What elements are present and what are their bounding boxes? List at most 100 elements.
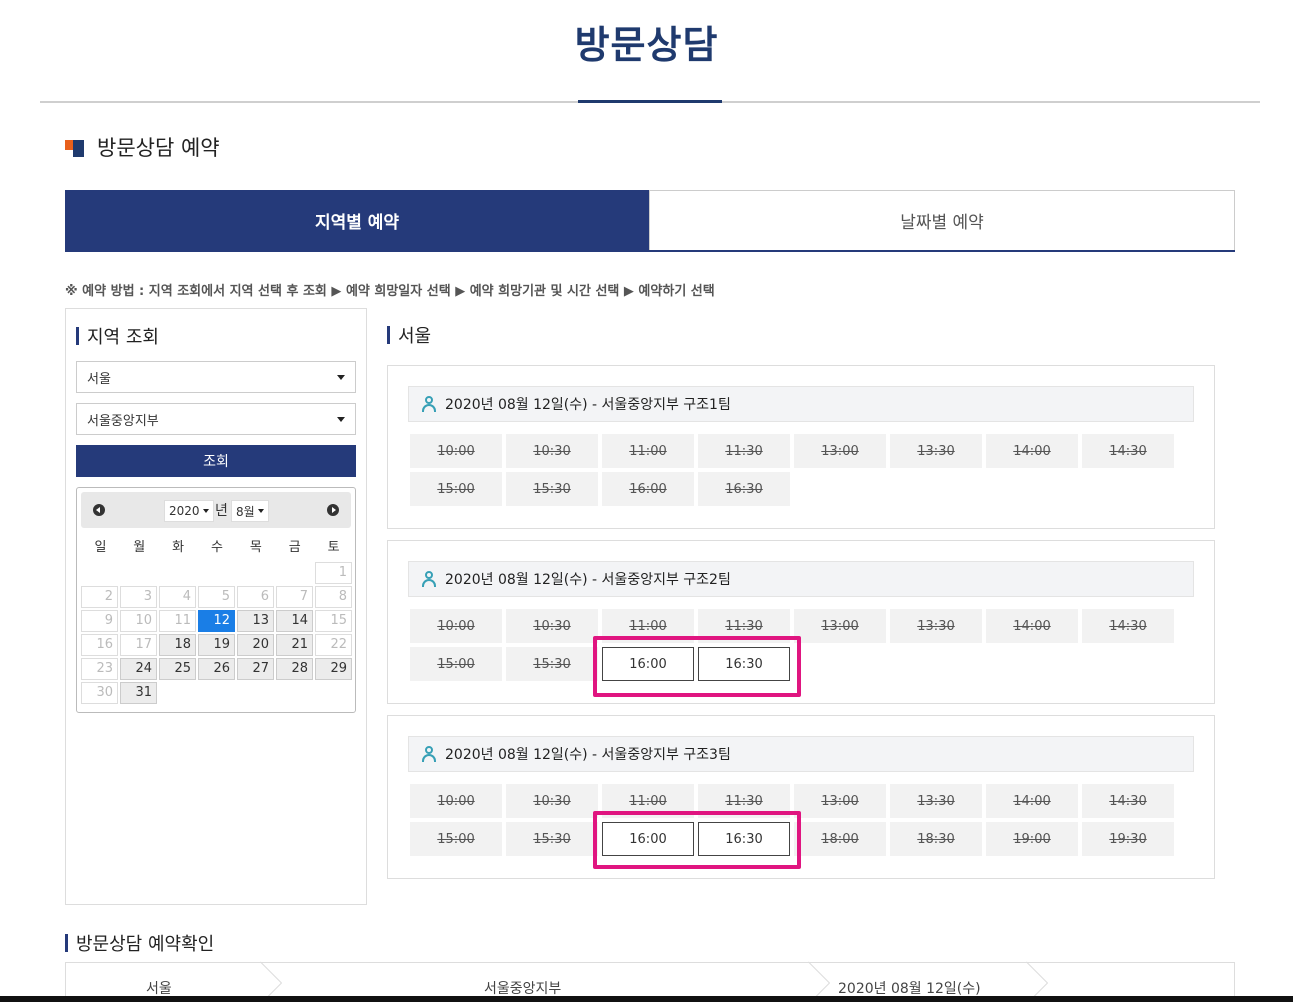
weekday-label: 화 bbox=[172, 540, 185, 555]
calendar-day: 6 bbox=[237, 586, 274, 608]
team-card-2: 2020년 08월 12일(수) - 서울중앙지부 구조2팀 10:00 10:3… bbox=[387, 540, 1215, 704]
confirm-heading: 방문상담 예약확인 bbox=[65, 930, 214, 956]
calendar-day[interactable]: 13 bbox=[237, 610, 274, 632]
calendar-day: 9 bbox=[81, 610, 118, 632]
calendar-day: 15 bbox=[315, 610, 352, 632]
title-divider-accent bbox=[578, 100, 722, 103]
calendar-day[interactable]: 24 bbox=[120, 658, 157, 680]
time-slot-booked: 10:30 bbox=[506, 784, 598, 818]
region-search-heading: 지역 조회 bbox=[76, 323, 159, 349]
time-slot-available[interactable]: 16:00 bbox=[602, 647, 694, 681]
team-header: 2020년 08월 12일(수) - 서울중앙지부 구조2팀 bbox=[408, 561, 1194, 597]
month-select[interactable]: 8월 bbox=[231, 500, 269, 522]
calendar-day[interactable]: 26 bbox=[198, 658, 235, 680]
time-slot-booked: 15:30 bbox=[506, 647, 598, 681]
next-month-icon[interactable] bbox=[327, 504, 339, 516]
heading-bar-icon bbox=[65, 934, 68, 952]
calendar-day: 30 bbox=[81, 682, 118, 704]
calendar-day[interactable]: 14 bbox=[276, 610, 313, 632]
calendar-day[interactable]: 18 bbox=[159, 634, 196, 656]
time-slot-booked: 14:00 bbox=[986, 434, 1078, 468]
tab-by-date[interactable]: 날짜별 예약 bbox=[649, 190, 1235, 250]
section-square-icon bbox=[65, 137, 85, 157]
calendar-day[interactable]: 21 bbox=[276, 634, 313, 656]
calendar-day[interactable]: 29 bbox=[315, 658, 352, 680]
time-slot-booked: 15:00 bbox=[410, 647, 502, 681]
team-card-1: 2020년 08월 12일(수) - 서울중앙지부 구조1팀 10:00 10:3… bbox=[387, 365, 1215, 529]
time-slot-booked: 13:00 bbox=[794, 609, 886, 643]
tab-by-region[interactable]: 지역별 예약 bbox=[65, 190, 649, 250]
time-slot-available[interactable]: 16:30 bbox=[698, 822, 790, 856]
region-search-panel: 지역 조회 서울 서울중앙지부 조회 2020 년 8월 일월화수목금토 123… bbox=[65, 308, 367, 905]
time-slot-booked: 15:30 bbox=[506, 472, 598, 506]
time-slot-booked: 14:30 bbox=[1082, 784, 1174, 818]
calendar-day[interactable]: 25 bbox=[159, 658, 196, 680]
search-button[interactable]: 조회 bbox=[76, 445, 356, 477]
calendar-day[interactable]: 27 bbox=[237, 658, 274, 680]
calendar-day: 4 bbox=[159, 586, 196, 608]
team-header-text: 2020년 08월 12일(수) - 서울중앙지부 구조2팀 bbox=[445, 572, 731, 588]
calendar-day: 7 bbox=[276, 586, 313, 608]
branch-select-value: 서울중앙지부 bbox=[87, 413, 159, 429]
time-slot-booked: 11:30 bbox=[698, 784, 790, 818]
calendar-day-selected[interactable]: 12 bbox=[198, 610, 235, 632]
dropdown-caret-icon bbox=[202, 509, 209, 513]
region-select[interactable]: 서울 bbox=[76, 361, 356, 393]
calendar-empty-cell bbox=[276, 562, 313, 584]
time-slot-booked: 14:00 bbox=[986, 784, 1078, 818]
year-unit-label: 년 bbox=[215, 503, 228, 519]
time-slot-booked: 15:00 bbox=[410, 822, 502, 856]
confirm-date: 2020년 08월 12일(수) bbox=[838, 981, 981, 997]
time-slot-booked: 11:30 bbox=[698, 434, 790, 468]
time-slot-booked: 11:00 bbox=[602, 784, 694, 818]
calendar-day[interactable]: 19 bbox=[198, 634, 235, 656]
time-slot-booked: 16:00 bbox=[602, 472, 694, 506]
prev-month-icon[interactable] bbox=[93, 504, 105, 516]
year-select-value: 2020 bbox=[169, 504, 200, 518]
dropdown-caret-icon bbox=[337, 416, 345, 422]
calendar-day: 16 bbox=[81, 634, 118, 656]
time-slot-available[interactable]: 16:00 bbox=[602, 822, 694, 856]
time-slot-booked: 10:00 bbox=[410, 609, 502, 643]
team-card-3: 2020년 08월 12일(수) - 서울중앙지부 구조3팀 10:00 10:3… bbox=[387, 715, 1215, 879]
time-slot-booked: 14:30 bbox=[1082, 609, 1174, 643]
calendar-empty-cell bbox=[237, 562, 274, 584]
time-slot-booked: 11:00 bbox=[602, 609, 694, 643]
calendar-empty-cell bbox=[81, 562, 118, 584]
year-select[interactable]: 2020 bbox=[164, 500, 214, 522]
time-slot-booked: 18:30 bbox=[890, 822, 982, 856]
time-slot-booked: 11:00 bbox=[602, 434, 694, 468]
time-slot-booked: 19:00 bbox=[986, 822, 1078, 856]
calendar-day: 10 bbox=[120, 610, 157, 632]
calendar-day: 3 bbox=[120, 586, 157, 608]
reservation-guide: ※ 예약 방법 : 지역 조회에서 지역 선택 후 조회 ▶ 예약 희망일자 선… bbox=[65, 284, 715, 299]
branch-select[interactable]: 서울중앙지부 bbox=[76, 403, 356, 435]
results-heading: 서울 bbox=[387, 322, 431, 348]
region-select-value: 서울 bbox=[87, 371, 111, 387]
person-icon bbox=[421, 746, 437, 762]
calendar-day[interactable]: 28 bbox=[276, 658, 313, 680]
section-header: 방문상담 예약 bbox=[65, 132, 220, 162]
person-icon bbox=[421, 396, 437, 412]
time-slot-booked: 10:00 bbox=[410, 434, 502, 468]
time-slot-booked: 10:30 bbox=[506, 609, 598, 643]
calendar-day: 5 bbox=[198, 586, 235, 608]
weekday-label: 목 bbox=[249, 540, 262, 555]
calendar-day: 22 bbox=[315, 634, 352, 656]
team-header-text: 2020년 08월 12일(수) - 서울중앙지부 구조1팀 bbox=[445, 397, 731, 413]
time-slot-booked: 13:30 bbox=[890, 434, 982, 468]
calendar-day[interactable]: 20 bbox=[237, 634, 274, 656]
time-slot-booked: 13:00 bbox=[794, 784, 886, 818]
time-slot-available[interactable]: 16:30 bbox=[698, 647, 790, 681]
time-slot-booked: 13:30 bbox=[890, 609, 982, 643]
heading-bar-icon bbox=[387, 326, 390, 344]
person-icon bbox=[421, 571, 437, 587]
time-slot-booked: 15:30 bbox=[506, 822, 598, 856]
confirm-branch: 서울중앙지부 bbox=[484, 981, 562, 997]
calendar-day[interactable]: 31 bbox=[120, 682, 157, 704]
weekday-label: 수 bbox=[211, 540, 223, 555]
reservation-tabs: 지역별 예약 날짜별 예약 bbox=[65, 190, 1235, 252]
screen-bottom-edge bbox=[0, 996, 1293, 1002]
calendar-day: 23 bbox=[81, 658, 118, 680]
time-slots: 10:00 10:30 11:00 11:30 13:00 13:30 14:00 14:30… bbox=[410, 609, 1180, 681]
